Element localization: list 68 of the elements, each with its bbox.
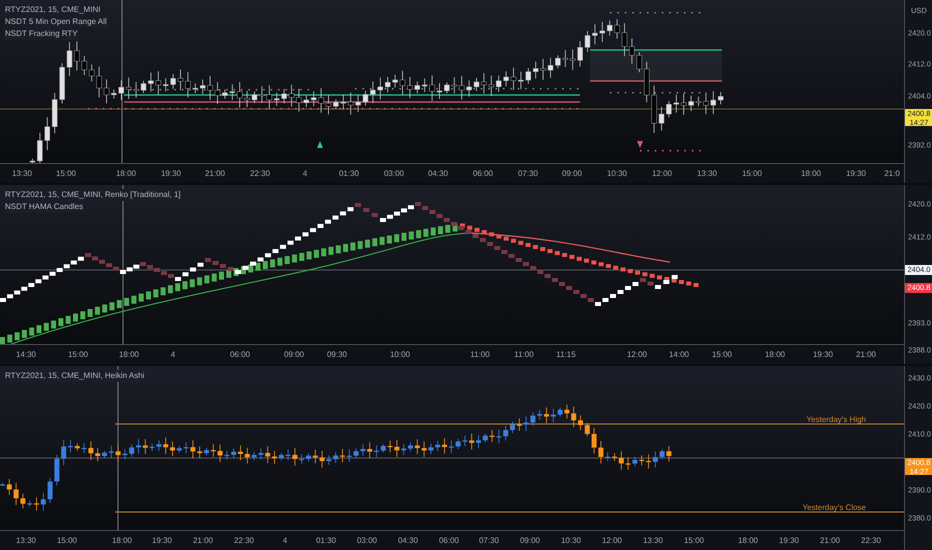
time-label: 21:0	[884, 168, 900, 180]
time-label: 18:00	[112, 535, 132, 547]
time-label: 21:00	[856, 349, 876, 362]
time-label: 22:30	[250, 168, 270, 180]
time-label: 18:00	[800, 168, 822, 180]
time-label: 15:00	[68, 349, 88, 362]
down-triangle-icon	[637, 141, 643, 148]
time-label: 22:30	[860, 535, 882, 547]
time-label: 11:15	[556, 349, 576, 362]
time-label: 21:00	[192, 535, 214, 547]
time-label: 19:30	[778, 535, 800, 547]
time-label: 11:00	[470, 349, 490, 362]
legend-text: NSDT HAMA Candles	[4, 200, 84, 213]
time-label: 21:00	[820, 535, 840, 547]
time-label: 19:30	[846, 168, 866, 180]
time-label: 07:30	[478, 535, 500, 547]
time-label: 18:00	[116, 168, 136, 180]
time-label: 15:00	[712, 349, 732, 362]
time-label: 15:00	[56, 168, 76, 180]
time-label: 09:00	[284, 349, 304, 362]
time-label: 09:00	[562, 168, 582, 180]
legend-text: NSDT Fracking RTY	[4, 28, 79, 40]
time-label: 4	[302, 168, 308, 180]
time-label: 09:00	[520, 535, 540, 547]
time-label: 12:00	[602, 535, 622, 547]
time-label: 21:00	[204, 168, 226, 180]
legend-text: RTYZ2021, 15, CME_MINI, Heikin Ashi	[4, 370, 146, 382]
time-label: 22:30	[234, 535, 254, 547]
time-label: 01:30	[316, 535, 336, 547]
time-label: 12:00	[652, 168, 672, 180]
time-label: 03:00	[384, 168, 404, 180]
time-label: 19:30	[160, 168, 182, 180]
time-label: 09:30	[326, 349, 348, 362]
time-label: 10:30	[606, 168, 628, 180]
time-label: 18:00	[118, 349, 140, 362]
up-triangle-icon	[317, 141, 323, 148]
time-label: 4	[282, 535, 288, 547]
time-label: 13:30	[642, 535, 664, 547]
time-label: 11:00	[514, 349, 534, 362]
time-label: 01:30	[338, 168, 360, 180]
time-label: 13:30	[12, 168, 32, 180]
legend-text: RTYZ2021, 15, CME_MINI	[4, 4, 102, 16]
time-label: 14:00	[668, 349, 690, 362]
time-label: 15:00	[56, 535, 78, 547]
time-label: 15:00	[742, 168, 762, 180]
time-label: 06:00	[472, 168, 494, 180]
time-label: 18:00	[738, 535, 758, 547]
time-label: 04:30	[428, 168, 448, 180]
time-label: 03:00	[356, 535, 378, 547]
legend-text: RTYZ2021, 15, CME_MINI, Renko [Traditional, 1]	[4, 188, 182, 201]
time-label: 13:30	[696, 168, 718, 180]
time-label: 10:30	[560, 535, 582, 547]
time-label: 14:30	[16, 349, 36, 362]
level-label: Yesterday's Close	[802, 502, 866, 514]
time-label: 13:30	[16, 535, 36, 547]
time-label: 15:00	[684, 535, 704, 547]
time-label: 07:30	[518, 168, 538, 180]
legend-text: NSDT 5 Min Open Range All	[4, 16, 108, 28]
level-label: Yesterday's High	[806, 414, 866, 426]
time-label: 10:00	[390, 349, 410, 362]
time-label: 04:30	[398, 535, 418, 547]
time-label: 18:00	[764, 349, 786, 362]
time-label: 19:30	[152, 535, 172, 547]
time-label: 4	[170, 349, 176, 362]
time-label: 06:00	[438, 535, 460, 547]
time-label: 19:30	[812, 349, 834, 362]
time-label: 12:00	[626, 349, 648, 362]
time-label: 06:00	[230, 349, 250, 362]
